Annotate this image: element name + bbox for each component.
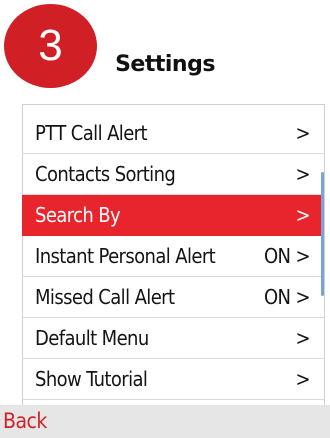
menu-item-status: ON > [263,244,311,268]
page-title: Settings [115,52,215,77]
menu-item-contacts-sorting[interactable]: Contacts Sorting > [22,154,324,195]
menu-item-instant-personal-alert[interactable]: Instant Personal Alert ON > [22,236,324,277]
menu-item-label: Missed Call Alert [35,285,175,309]
menu-item-label: Search By [35,203,121,227]
chevron-right-icon: > [295,121,311,145]
menu-item-ptt-call-alert[interactable]: PTT Call Alert > [22,113,324,154]
softkey-bar [0,405,330,438]
menu-item-default-menu[interactable]: Default Menu > [22,318,324,359]
settings-menu: PTT Call Alert > Contacts Sorting > Sear… [22,113,324,400]
menu-item-missed-call-alert[interactable]: Missed Call Alert ON > [22,277,324,318]
chevron-right-icon: > [295,162,311,186]
chevron-right-icon: > [295,367,311,391]
chevron-right-icon: > [295,203,311,227]
menu-item-search-by[interactable]: Search By > [22,195,324,236]
menu-item-label: Contacts Sorting [35,162,176,186]
menu-item-label: Default Menu [35,326,149,350]
menu-item-show-tutorial[interactable]: Show Tutorial > [22,359,324,400]
menu-item-label: Instant Personal Alert [35,244,216,268]
menu-item-status: ON > [263,285,311,309]
menu-item-label: PTT Call Alert [35,121,148,145]
back-softkey[interactable]: Back [3,409,47,433]
scrollbar[interactable] [321,172,324,296]
menu-item-label: Show Tutorial [35,367,148,391]
chevron-right-icon: > [295,326,311,350]
